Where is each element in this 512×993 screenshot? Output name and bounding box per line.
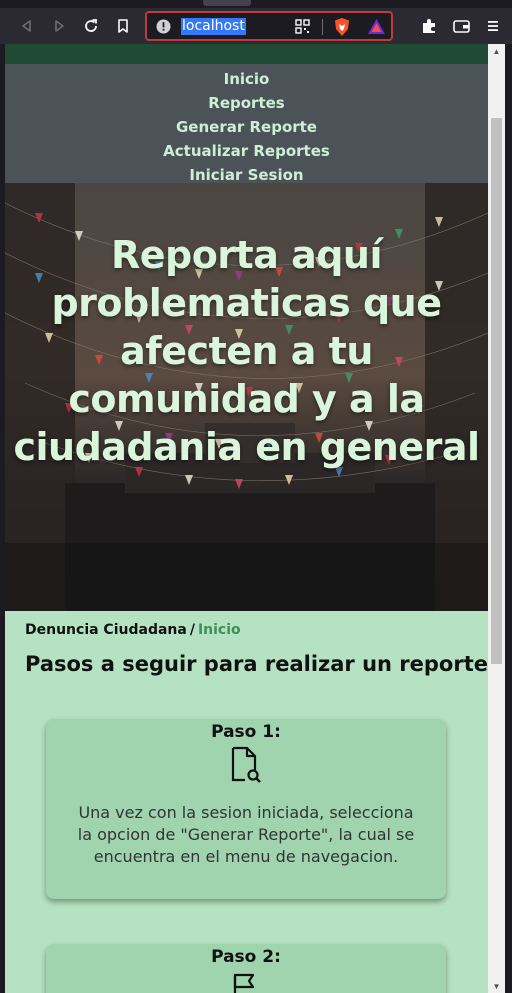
hamburger-menu-icon [488, 21, 498, 31]
flag-icon [233, 973, 255, 993]
back-button[interactable] [11, 10, 43, 42]
reload-icon [85, 19, 97, 32]
hero-title: Reporta aquí problematicas que afecten a… [13, 233, 480, 469]
steps-section-title: Pasos a seguir para realizar un reporte [25, 652, 488, 676]
qr-code-icon[interactable] [295, 19, 310, 34]
menu-button[interactable] [477, 10, 509, 42]
urlbar-divider [322, 19, 323, 35]
step-description: Una vez con la sesion iniciada, seleccio… [77, 803, 415, 866]
bookmark-button[interactable] [107, 10, 139, 42]
site-info-icon[interactable] [156, 19, 171, 34]
breadcrumb-root[interactable]: Denuncia Ciudadana [25, 622, 187, 638]
brave-rewards-icon[interactable] [367, 18, 386, 35]
toolbar-right [413, 10, 512, 42]
puzzle-icon [423, 19, 435, 33]
main-navigation: Inicio Reportes Generar Reporte Actualiz… [5, 64, 488, 184]
forward-button[interactable] [43, 10, 75, 42]
tab-strip [0, 0, 512, 8]
nav-link-reportes[interactable]: Reportes [208, 91, 284, 115]
extensions-button[interactable] [413, 10, 445, 42]
scroll-up-arrow-icon[interactable]: ▲ [488, 44, 505, 58]
scroll-down-arrow-icon[interactable]: ▼ [488, 979, 505, 993]
wallet-button[interactable] [445, 10, 477, 42]
nav-link-actualizar-reportes[interactable]: Actualizar Reportes [163, 139, 330, 163]
url-text[interactable]: localhost [181, 18, 246, 35]
file-search-icon [231, 746, 261, 783]
reload-button[interactable] [75, 10, 107, 42]
forward-arrow-icon [55, 20, 64, 32]
step-card: Paso 1: Una vez con la sesion iniciada, … [46, 719, 446, 899]
browser-toolbar: localhost [0, 8, 512, 44]
web-page: Inicio Reportes Generar Reporte Actualiz… [5, 44, 488, 993]
scrollbar-thumb[interactable] [491, 118, 502, 664]
breadcrumb-current[interactable]: Inicio [198, 622, 241, 638]
back-arrow-icon [22, 20, 31, 32]
nav-link-inicio[interactable]: Inicio [224, 67, 270, 91]
bookmark-icon [118, 19, 128, 33]
hero-banner: Reporta aquí problematicas que afecten a… [5, 183, 488, 611]
wallet-icon [452, 19, 470, 33]
nav-link-generar-reporte[interactable]: Generar Reporte [176, 115, 317, 139]
step-title: Paso 2: [211, 947, 281, 967]
brave-shield-icon[interactable] [333, 17, 351, 37]
active-tab[interactable] [203, 0, 251, 6]
url-bar[interactable]: localhost [145, 11, 393, 41]
page-viewport: Inicio Reportes Generar Reporte Actualiz… [0, 44, 512, 993]
breadcrumb: Denuncia Ciudadana / Inicio [25, 622, 241, 638]
step-card: Paso 2: [46, 944, 446, 993]
breadcrumb-separator: / [189, 622, 195, 638]
page-header-bar [5, 44, 488, 64]
vertical-scrollbar[interactable]: ▲ ▼ [488, 44, 505, 993]
step-title: Paso 1: [211, 722, 281, 742]
